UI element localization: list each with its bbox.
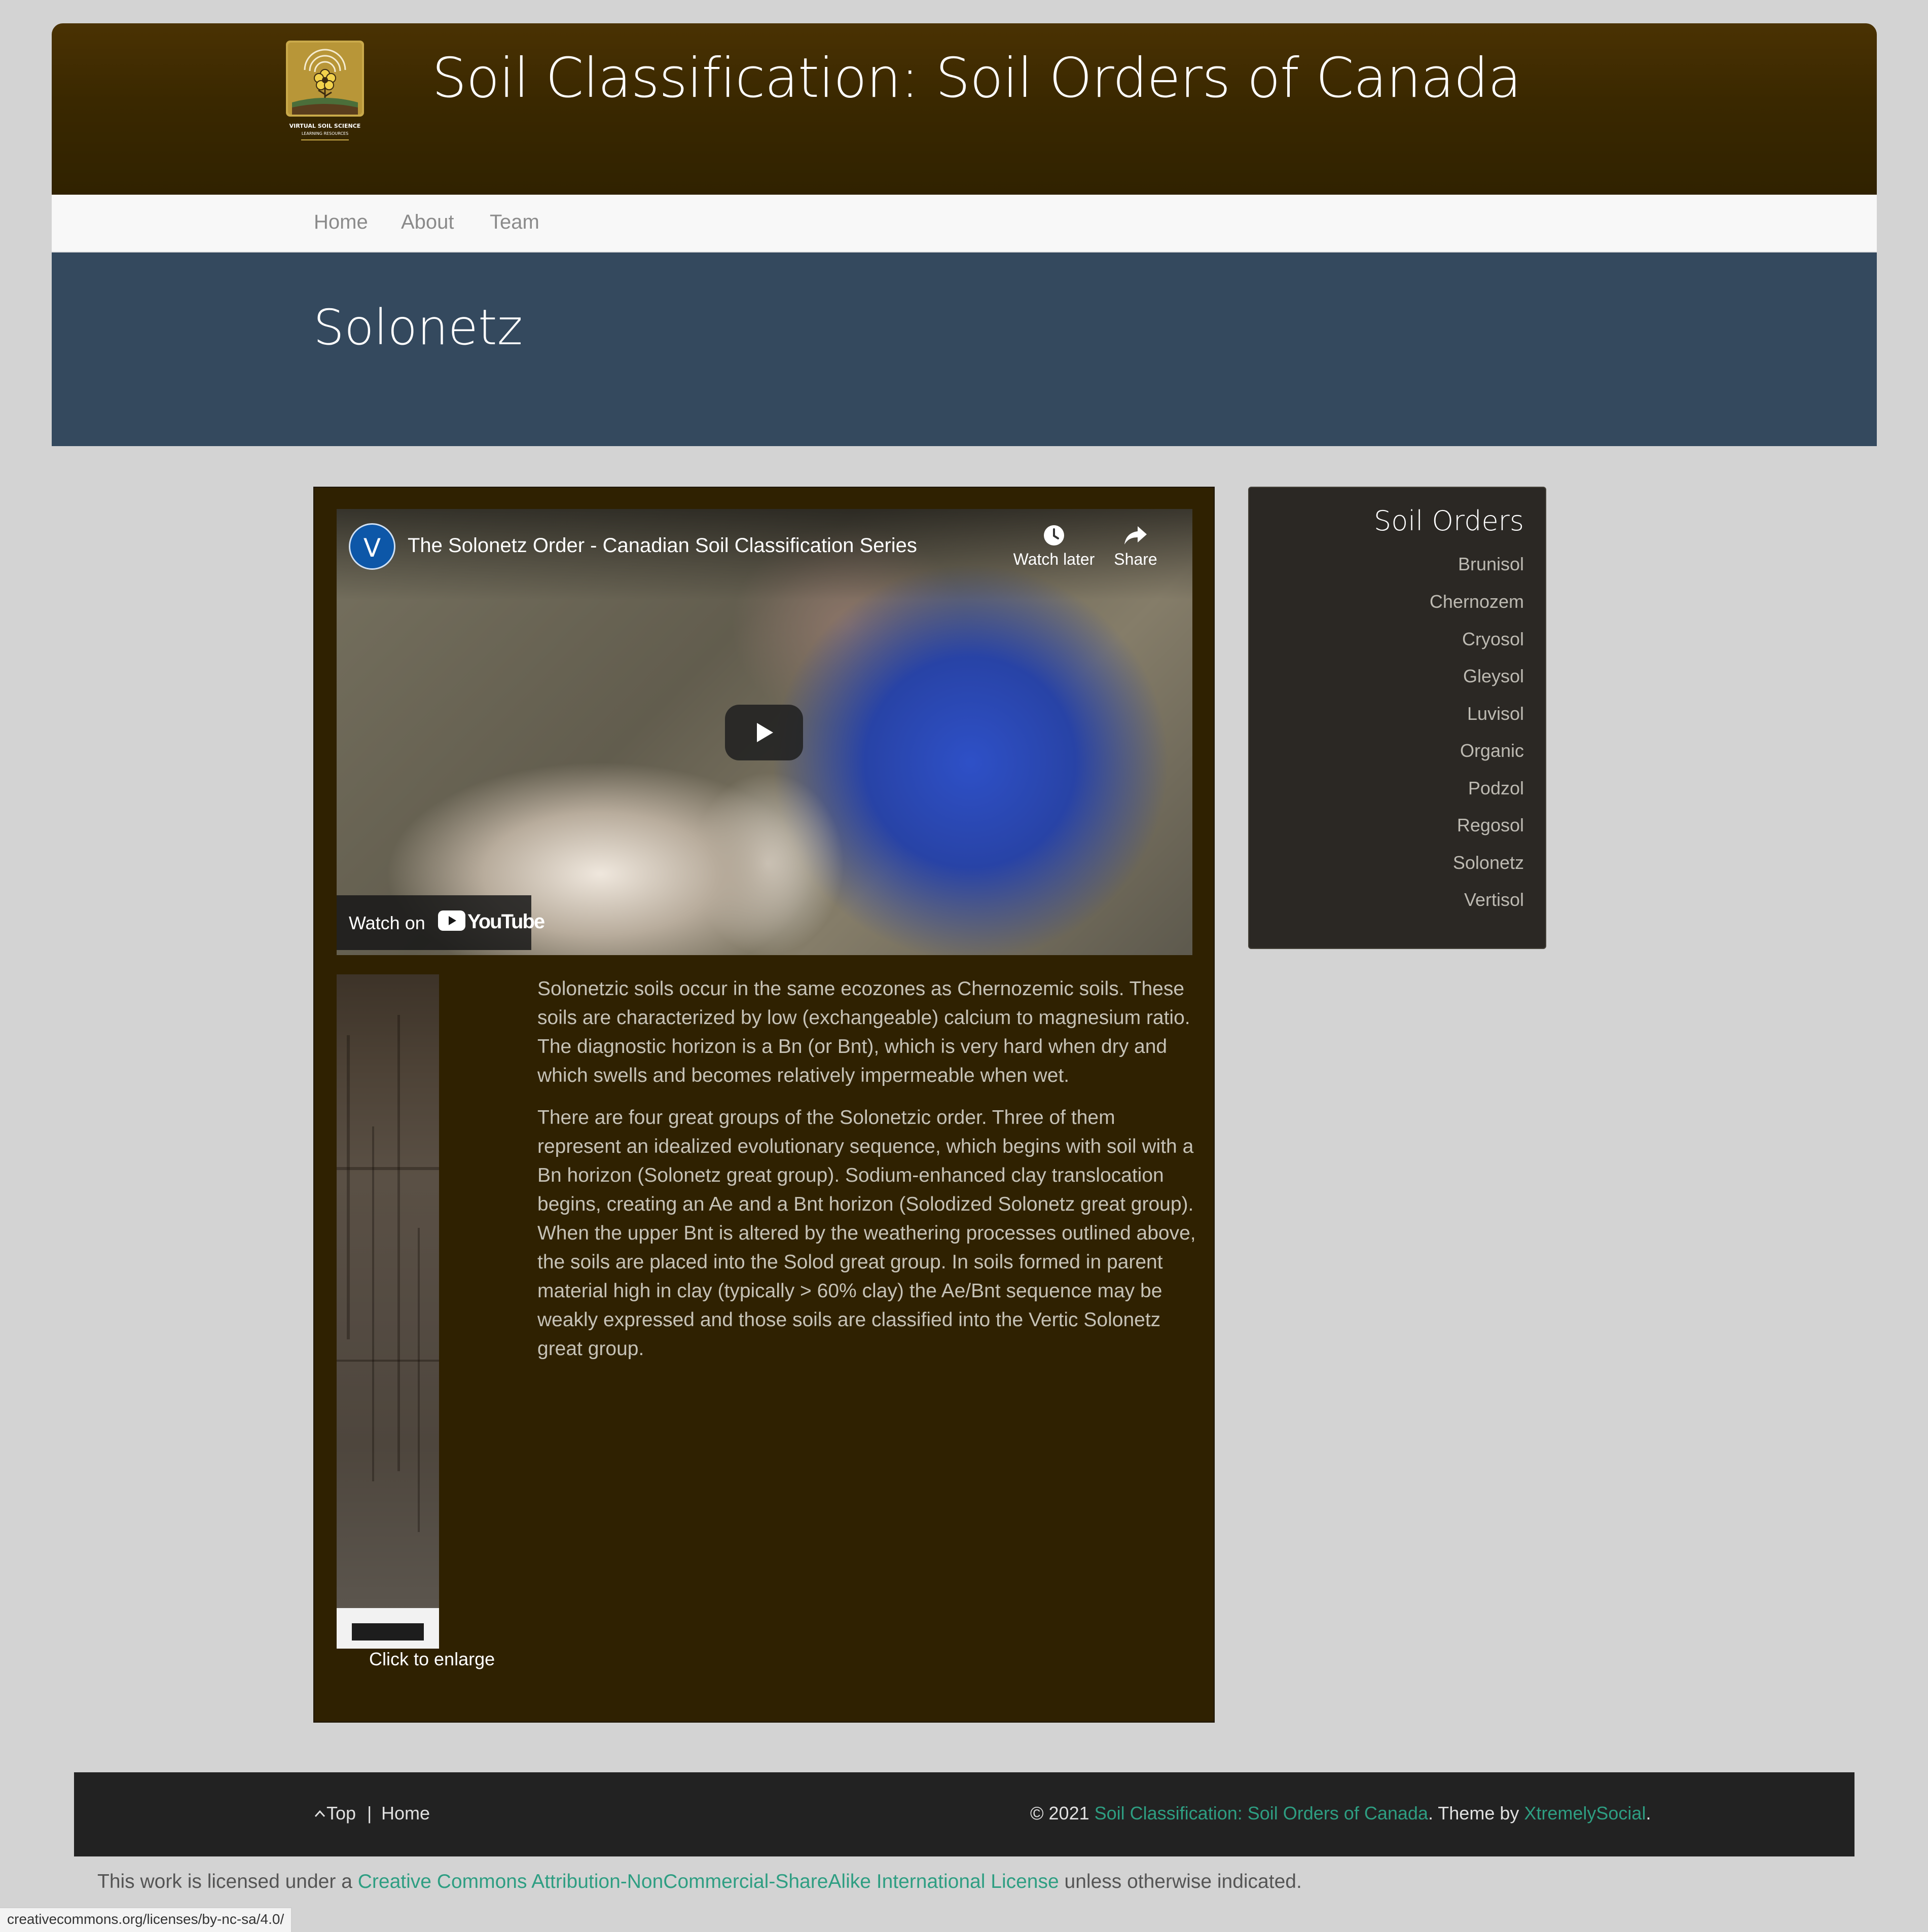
sidebar-item-luvisol[interactable]: Luvisol [1248, 703, 1524, 724]
sidebar-item-solonetz[interactable]: Solonetz [1248, 852, 1524, 873]
footer-site-link[interactable]: Soil Classification: Soil Orders of Cana… [1095, 1803, 1428, 1824]
watch-later-button[interactable]: Watch later [1006, 523, 1102, 569]
sidebar-title: Soil Orders [1373, 505, 1524, 537]
back-to-top-link[interactable]: Top [313, 1803, 356, 1824]
play-button[interactable] [725, 705, 803, 760]
browser-status-url: creativecommons.org/licenses/by-nc-sa/4.… [0, 1907, 293, 1932]
nav-team-link[interactable]: Team [490, 211, 539, 234]
sidebar-item-podzol[interactable]: Podzol [1248, 778, 1524, 799]
soil-profile-label-tag [337, 1608, 439, 1649]
click-to-enlarge-caption[interactable]: Click to enlarge [369, 1649, 495, 1670]
svg-text:LEARNING RESOURCES: LEARNING RESOURCES [302, 131, 348, 136]
license-notice: This work is licensed under a Creative C… [97, 1871, 1302, 1892]
nav-about-link[interactable]: About [401, 211, 454, 234]
article-paragraph-1: Solonetzic soils occur in the same ecozo… [537, 978, 1190, 1086]
footer-copyright: © 2021 Soil Classification: Soil Orders … [1030, 1803, 1651, 1824]
footer-home-link[interactable]: Home [381, 1803, 430, 1824]
page-title: Solonetz [313, 299, 523, 356]
license-link[interactable]: Creative Commons Attribution-NonCommerci… [358, 1871, 1059, 1892]
youtube-video-embed[interactable]: V The Solonetz Order - Canadian Soil Cla… [337, 509, 1192, 955]
clock-icon [1044, 525, 1064, 545]
watch-later-label: Watch later [1013, 550, 1095, 568]
sidebar-item-regosol[interactable]: Regosol [1248, 815, 1524, 836]
sidebar-item-chernozem[interactable]: Chernozem [1248, 591, 1524, 612]
article-paragraph-2: There are four great groups of the Solon… [537, 1107, 1196, 1360]
site-logo[interactable]: VIRTUAL SOIL SCIENCE LEARNING RESOURCES [286, 41, 364, 148]
watch-on-label: Watch on [349, 913, 425, 933]
footer-separator: | [367, 1803, 372, 1824]
top-label: Top [326, 1803, 356, 1824]
share-label: Share [1114, 550, 1157, 568]
share-button[interactable]: Share [1105, 523, 1166, 569]
sidebar-item-cryosol[interactable]: Cryosol [1248, 629, 1524, 650]
sidebar-item-gleysol[interactable]: Gleysol [1248, 666, 1524, 687]
play-icon [757, 723, 773, 742]
watch-on-youtube-button[interactable]: Watch on YouTube [337, 895, 545, 950]
youtube-logo-icon [438, 910, 465, 931]
channel-avatar[interactable]: V [349, 523, 395, 570]
nav-home-link[interactable]: Home [314, 211, 368, 234]
video-title[interactable]: The Solonetz Order - Canadian Soil Class… [408, 534, 917, 557]
site-title[interactable]: Soil Classification: Soil Orders of Cana… [432, 47, 1521, 110]
sidebar-item-organic[interactable]: Organic [1248, 740, 1524, 761]
soil-profile-image[interactable] [337, 974, 439, 1648]
sidebar-item-brunisol[interactable]: Brunisol [1248, 554, 1524, 575]
logo-emblem-icon: VIRTUAL SOIL SCIENCE LEARNING RESOURCES [286, 41, 364, 140]
chevron-up-icon [314, 1810, 325, 1817]
share-arrow-icon [1124, 526, 1147, 544]
youtube-wordmark: YouTube [467, 910, 545, 933]
sidebar-item-vertisol[interactable]: Vertisol [1248, 889, 1524, 910]
footer-theme-link[interactable]: XtremelySocial [1524, 1803, 1646, 1824]
svg-text:VIRTUAL SOIL SCIENCE: VIRTUAL SOIL SCIENCE [289, 123, 361, 129]
